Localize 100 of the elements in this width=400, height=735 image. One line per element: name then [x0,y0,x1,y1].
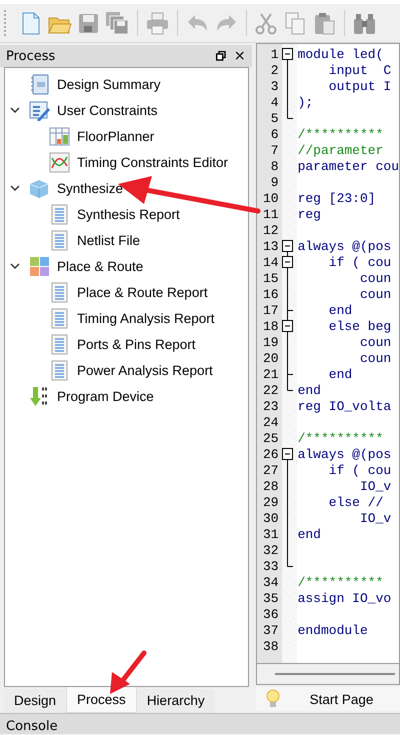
printer-icon[interactable] [145,10,170,36]
code-line: reg IO_volta [296,398,392,414]
code-line: //parameter [296,142,384,158]
code-line: coun [358,286,392,302]
code-line: parameter cou [296,158,399,174]
tree-item[interactable]: Ports & Pins Report [77,336,196,352]
line-number: 5 [270,110,280,126]
code-line: reg [23:0] [296,190,376,206]
tree-item[interactable]: User Constraints [57,102,158,118]
line-graph-icon [49,152,70,172]
code-line: if ( cou [328,254,392,270]
line-number: 13 [262,238,280,254]
code-line: else beg [328,318,392,334]
grid-chart-icon [49,126,70,146]
code-line: coun [358,350,392,366]
tree-item[interactable]: Synthesize [57,180,124,196]
start-page-tab[interactable]: Start Page [256,687,400,711]
line-number: 10 [262,190,280,206]
line-number: 2 [270,62,280,78]
form-pen-icon [29,100,50,120]
line-number: 4 [270,94,280,110]
line-number: 35 [262,590,280,606]
collapse-icon[interactable] [282,320,293,332]
code-line: end [328,302,352,318]
report-icon [49,360,70,380]
panel-tab[interactable]: Process [66,687,137,713]
line-number: 7 [270,142,280,158]
line-number: 17 [262,302,280,318]
horizontal-scrollbar[interactable] [274,673,395,675]
line-number: 14 [262,254,280,270]
cube-icon [29,178,50,198]
line-number: 3 [270,78,280,94]
code-line: coun [358,334,392,350]
line-number: 16 [262,286,280,302]
arrow-annotation [108,650,148,696]
code-line: /********** [296,430,384,446]
code-line: assign IO_vo [296,590,392,606]
panel-tab[interactable]: Hierarchy [136,689,215,713]
report-icon [49,204,70,224]
line-number: 25 [262,430,280,446]
report-icon [49,282,70,302]
tree-item[interactable]: Timing Constraints Editor [77,154,228,170]
report-icon [49,308,70,328]
tree-item[interactable]: Program Device [57,388,154,404]
code-line: end [296,526,321,542]
code-line: /********** [296,126,384,142]
code-line: always @(pos [296,446,392,462]
report-icon [49,334,70,354]
code-line: endmodule [296,622,368,638]
collapse-icon[interactable] [282,256,293,268]
tree-item[interactable]: Power Analysis Report [77,362,213,378]
close-button[interactable]: × [234,49,246,63]
line-number: 20 [262,350,280,366]
line-number: 15 [262,270,280,286]
line-number: 32 [262,542,280,558]
line-number: 9 [270,174,280,190]
tree-item[interactable]: Timing Analysis Report [77,310,215,326]
panel-tab[interactable]: Design [4,689,66,713]
tree-item[interactable]: Netlist File [77,232,140,248]
restore-icon[interactable] [216,51,226,61]
line-number: 27 [262,462,280,478]
tree-item[interactable]: FloorPlanner [77,128,154,144]
line-number: 22 [262,382,280,398]
tree-item[interactable]: Design Summary [57,76,161,92]
collapse-icon[interactable] [282,448,293,460]
code-line: always @(pos [296,238,392,254]
code-line: reg [296,206,321,222]
line-number: 6 [270,126,280,142]
collapse-icon[interactable] [282,240,293,252]
line-number: 31 [262,526,280,542]
line-number: 29 [262,494,280,510]
code-line: end [328,366,352,382]
line-number: 1 [270,46,280,62]
code-line: coun [358,270,392,286]
line-number: 28 [262,478,280,494]
scissors-icon[interactable] [254,10,279,36]
tree-item[interactable]: Synthesis Report [77,206,180,222]
tree-item[interactable]: Place & Route Report [77,284,208,300]
code-line: module led( [296,46,384,62]
line-number: 30 [262,510,280,526]
line-number: 33 [262,558,280,574]
save-all-icon[interactable] [105,10,130,36]
line-number: 21 [262,366,280,382]
line-number: 26 [262,446,280,462]
tree-item[interactable]: Place & Route [57,258,144,274]
line-number: 36 [262,606,280,622]
notebook-icon [29,74,50,94]
line-number: 38 [262,638,280,654]
code-line: if ( cou [328,462,392,478]
code-line: IO_v [358,478,392,494]
code-line: IO_v [358,510,392,526]
line-number: 24 [262,414,280,430]
paste-icon[interactable] [312,10,337,36]
code-line: output I [328,78,392,94]
download-bits-icon [29,386,50,406]
line-number: 19 [262,334,280,350]
line-number: 37 [262,622,280,638]
panel-title: Process [6,48,56,64]
code-line: end [296,382,321,398]
collapse-icon[interactable] [282,48,293,60]
